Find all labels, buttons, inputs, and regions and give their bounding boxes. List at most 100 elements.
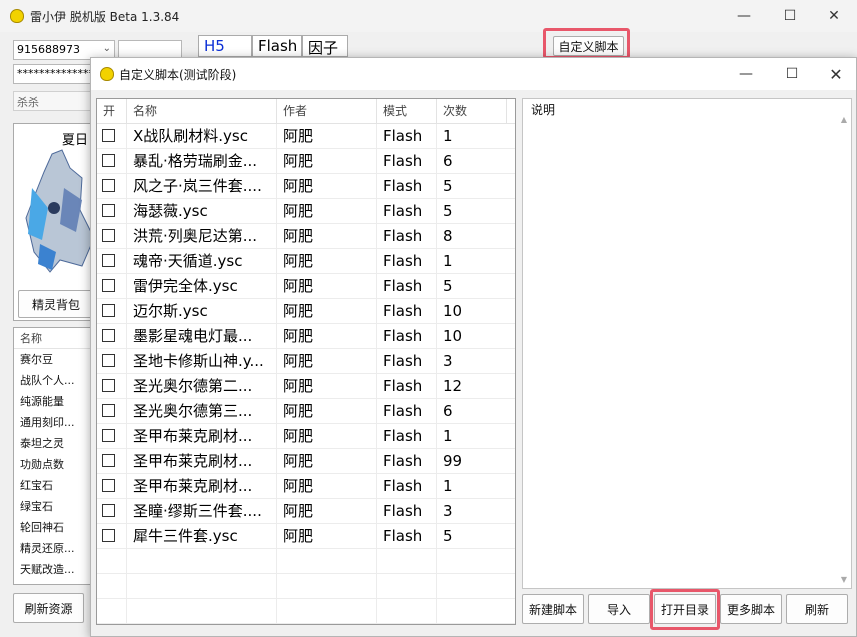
table-row[interactable]: 迈尔斯.ysc 阿肥 Flash 10 xyxy=(97,299,515,324)
cell-author: 阿肥 xyxy=(277,324,377,349)
account-value: 915688973 xyxy=(17,43,80,56)
enable-checkbox[interactable] xyxy=(102,529,115,542)
server-select[interactable]: 杀杀 xyxy=(13,91,93,111)
enable-checkbox[interactable] xyxy=(102,229,115,242)
table-row[interactable]: 风之子·岚三件套.... 阿肥 Flash 5 xyxy=(97,174,515,199)
enable-checkbox[interactable] xyxy=(102,504,115,517)
enable-checkbox[interactable] xyxy=(102,354,115,367)
scroll-up-icon[interactable]: ▲ xyxy=(841,115,847,124)
list-item[interactable]: 功勋点数 xyxy=(14,454,92,475)
enable-checkbox[interactable] xyxy=(102,379,115,392)
empty-row xyxy=(97,599,515,624)
empty-cell xyxy=(437,549,515,574)
enable-checkbox[interactable] xyxy=(102,329,115,342)
col-mode[interactable]: 模式 xyxy=(377,99,437,124)
main-maximize-button[interactable]: ☐ xyxy=(767,0,813,32)
cell-mode: Flash xyxy=(377,149,437,174)
main-minimize-button[interactable]: — xyxy=(721,0,767,32)
empty-row xyxy=(97,549,515,574)
list-item[interactable]: 红宝石 xyxy=(14,475,92,496)
list-item[interactable]: 纯源能量 xyxy=(14,391,92,412)
tab-flash[interactable]: Flash xyxy=(252,35,302,57)
table-row[interactable]: 圣光奥尔德第三... 阿肥 Flash 6 xyxy=(97,399,515,424)
table-row[interactable]: X战队刷材料.ysc 阿肥 Flash 1 xyxy=(97,124,515,149)
tab-factor[interactable]: 因子 xyxy=(302,35,348,57)
list-item[interactable]: 通用刻印... xyxy=(14,412,92,433)
list-item[interactable]: 天赋改造... xyxy=(14,559,92,580)
password-field[interactable]: ************** xyxy=(13,64,93,84)
col-enabled[interactable]: 开 xyxy=(97,99,127,124)
enable-checkbox[interactable] xyxy=(102,154,115,167)
enable-checkbox[interactable] xyxy=(102,404,115,417)
enable-checkbox[interactable] xyxy=(102,429,115,442)
enable-checkbox[interactable] xyxy=(102,179,115,192)
cell-mode: Flash xyxy=(377,199,437,224)
dialog-maximize-button[interactable]: ☐ xyxy=(769,58,815,90)
table-row[interactable]: 圣甲布莱克刷材... 阿肥 Flash 1 xyxy=(97,474,515,499)
scroll-down-icon[interactable]: ▼ xyxy=(841,575,847,584)
table-row[interactable]: 洪荒·列奥尼达第... 阿肥 Flash 8 xyxy=(97,224,515,249)
pet-card[interactable]: 夏日 精灵背包 xyxy=(13,123,94,321)
enable-checkbox[interactable] xyxy=(102,479,115,492)
row-enable-cell xyxy=(97,449,127,474)
tab-h5[interactable]: H5 xyxy=(198,35,252,57)
cell-mode: Flash xyxy=(377,449,437,474)
table-row[interactable]: 雷伊完全体.ysc 阿肥 Flash 5 xyxy=(97,274,515,299)
custom-script-dialog: 自定义脚本(测试阶段) — ☐ ✕ 开 名称 作者 模式 次数 X战队刷材料.y… xyxy=(90,57,857,637)
enable-checkbox[interactable] xyxy=(102,254,115,267)
table-row[interactable]: 圣光奥尔德第二... 阿肥 Flash 12 xyxy=(97,374,515,399)
table-row[interactable]: 圣甲布莱克刷材... 阿肥 Flash 1 xyxy=(97,424,515,449)
description-panel[interactable]: 说明 ▲ ▼ xyxy=(522,98,852,589)
col-name[interactable]: 名称 xyxy=(127,99,277,124)
refresh-button[interactable]: 刷新 xyxy=(786,594,848,624)
list-item[interactable]: 精灵还原... xyxy=(14,538,92,559)
table-row[interactable]: 圣瞳·缪斯三件套.... 阿肥 Flash 3 xyxy=(97,499,515,524)
table-row[interactable]: 暴乱·格劳瑞刷金... 阿肥 Flash 6 xyxy=(97,149,515,174)
dialog-close-button[interactable]: ✕ xyxy=(813,58,857,90)
dialog-logo-icon xyxy=(100,67,114,81)
row-enable-cell xyxy=(97,224,127,249)
cell-mode: Flash xyxy=(377,249,437,274)
cell-author: 阿肥 xyxy=(277,274,377,299)
table-row[interactable]: 墨影星魂电灯最... 阿肥 Flash 10 xyxy=(97,324,515,349)
dialog-minimize-button[interactable]: — xyxy=(723,58,769,90)
table-row[interactable]: 圣地卡修斯山神.y... 阿肥 Flash 3 xyxy=(97,349,515,374)
row-enable-cell xyxy=(97,199,127,224)
row-enable-cell xyxy=(97,524,127,549)
cell-mode: Flash xyxy=(377,299,437,324)
table-row[interactable]: 海瑟薇.ysc 阿肥 Flash 5 xyxy=(97,199,515,224)
pet-name: 夏日 xyxy=(62,133,89,148)
list-item[interactable]: 泰坦之灵 xyxy=(14,433,92,454)
cell-mode: Flash xyxy=(377,124,437,149)
main-close-button[interactable]: ✕ xyxy=(811,0,857,32)
cell-count: 1 xyxy=(437,474,515,499)
cell-author: 阿肥 xyxy=(277,124,377,149)
col-author[interactable]: 作者 xyxy=(277,99,377,124)
enable-checkbox[interactable] xyxy=(102,454,115,467)
new-script-button[interactable]: 新建脚本 xyxy=(522,594,584,624)
app-logo-icon xyxy=(10,9,24,23)
table-row[interactable]: 魂帝·天循道.ysc 阿肥 Flash 1 xyxy=(97,249,515,274)
cell-name: 海瑟薇.ysc xyxy=(127,199,277,224)
list-item[interactable]: 赛尔豆 xyxy=(14,349,92,370)
col-count[interactable]: 次数 xyxy=(437,99,507,124)
enable-checkbox[interactable] xyxy=(102,304,115,317)
list-item[interactable]: 绿宝石 xyxy=(14,496,92,517)
pet-bag-button[interactable]: 精灵背包 xyxy=(18,290,94,318)
list-item[interactable]: 轮回神石 xyxy=(14,517,92,538)
table-row[interactable]: 圣甲布莱克刷材... 阿肥 Flash 99 xyxy=(97,449,515,474)
cell-mode: Flash xyxy=(377,224,437,249)
cell-author: 阿肥 xyxy=(277,474,377,499)
list-item[interactable]: 战队个人... xyxy=(14,370,92,391)
row-enable-cell xyxy=(97,124,127,149)
cell-name: 圣光奥尔德第二... xyxy=(127,374,277,399)
table-row[interactable]: 犀牛三件套.ysc 阿肥 Flash 5 xyxy=(97,524,515,549)
more-scripts-button[interactable]: 更多脚本 xyxy=(720,594,782,624)
enable-checkbox[interactable] xyxy=(102,204,115,217)
enable-checkbox[interactable] xyxy=(102,129,115,142)
row-enable-cell xyxy=(97,274,127,299)
refresh-resources-button[interactable]: 刷新资源 xyxy=(13,593,84,623)
import-button[interactable]: 导入 xyxy=(588,594,650,624)
empty-cell xyxy=(127,574,277,599)
enable-checkbox[interactable] xyxy=(102,279,115,292)
